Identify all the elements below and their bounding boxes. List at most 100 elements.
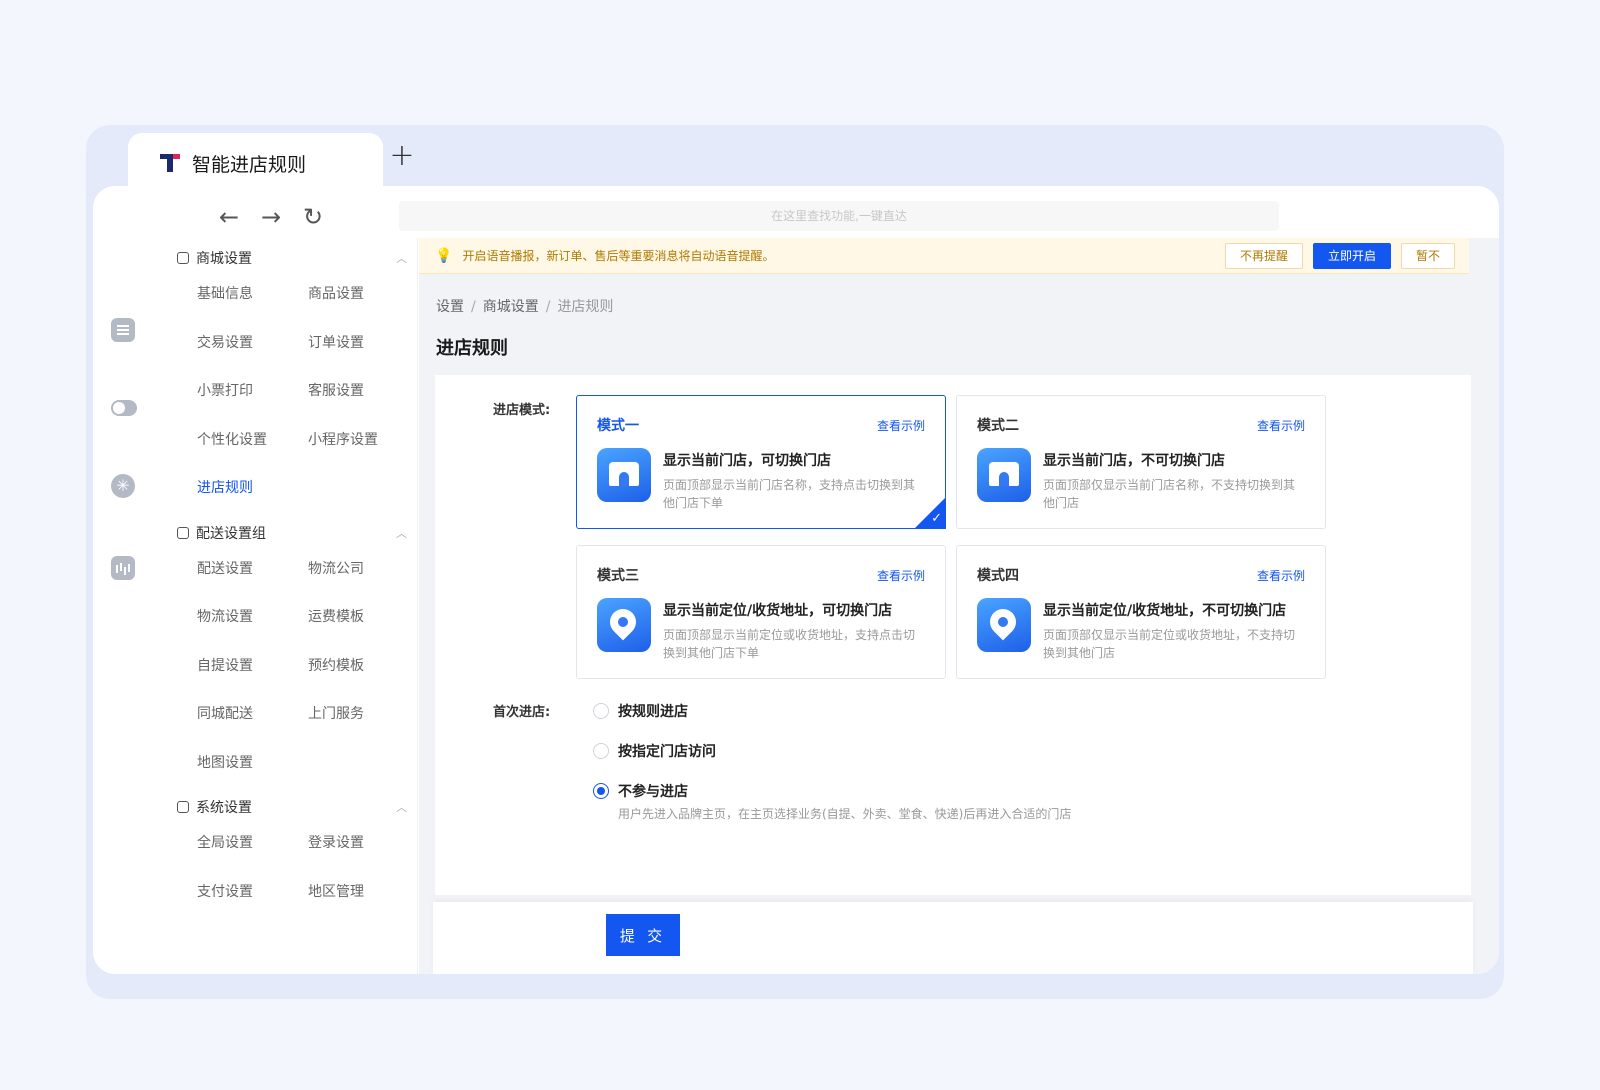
breadcrumb-item[interactable]: 商城设置	[483, 299, 539, 315]
asterisk-icon[interactable]	[111, 474, 135, 498]
radio-label: 不参与进店	[618, 784, 688, 800]
mode-title: 模式一	[597, 418, 639, 434]
submit-button[interactable]: 提 交	[606, 914, 680, 956]
mode-heading: 显示当前定位/收货地址，可切换门店	[663, 603, 893, 619]
sidebar-item[interactable]: 地区管理	[308, 868, 419, 917]
tab-active[interactable]: 智能进店规则	[128, 133, 383, 193]
first-visit-label: 首次进店:	[493, 705, 551, 720]
radio-label: 按指定门店访问	[618, 744, 716, 760]
radio-option-selected[interactable]: 不参与进店	[593, 781, 688, 801]
tab-title: 智能进店规则	[192, 153, 307, 176]
mode-description: 页面顶部显示当前门店名称，支持点击切换到其他门店下单	[663, 478, 916, 510]
breadcrumb-item[interactable]: 设置	[436, 299, 464, 315]
radio-hint: 用户先进入品牌主页，在主页选择业务(自提、外卖、堂食、快递)后再进入合适的门店	[618, 807, 1072, 821]
sidebar-item[interactable]: 订单设置	[308, 319, 419, 368]
mode-card-4[interactable]: 模式四 查看示例 显示当前定位/收货地址，不可切换门店 页面顶部仅显示当前定位或…	[956, 545, 1326, 679]
radio-option[interactable]: 按规则进店	[593, 701, 688, 721]
sidebar-item[interactable]: 全局设置	[197, 819, 308, 868]
sidebar-item[interactable]: 上门服务	[308, 690, 419, 739]
sidebar-group-title: 系统设置	[196, 800, 252, 816]
mode-description: 页面顶部显示当前定位或收货地址，支持点击切换到其他门店下单	[663, 628, 916, 660]
sidebar-item-active[interactable]: 进店规则	[197, 464, 308, 513]
breadcrumb: 设置 / 商城设置 / 进店规则	[436, 299, 614, 315]
view-example-link[interactable]: 查看示例	[1257, 567, 1305, 584]
browser-window: ← → ↻ 在这里查找功能,一键直达 商城设置 ︿ 基础信息 商品设置 交易设置…	[93, 186, 1499, 974]
view-example-link[interactable]: 查看示例	[877, 567, 925, 584]
sidebar-group-delivery: 配送设置组 ︿ 配送设置 物流公司 物流设置 运费模板 自提设置 预约模板 同城…	[161, 521, 417, 788]
sidebar-item[interactable]: 支付设置	[197, 868, 308, 917]
enable-voice-button[interactable]: 立即开启	[1312, 243, 1391, 269]
lightbulb-icon: 💡	[435, 247, 453, 264]
search-input[interactable]: 在这里查找功能,一键直达	[399, 201, 1279, 231]
mode-title: 模式四	[977, 568, 1019, 584]
mode-title: 模式三	[597, 568, 639, 584]
radio-button[interactable]	[593, 703, 609, 719]
sidebar-group-header[interactable]: 配送设置组 ︿	[177, 521, 417, 545]
breadcrumb-current: 进店规则	[557, 299, 614, 315]
radio-label: 按规则进店	[618, 704, 688, 720]
refresh-icon[interactable]: ↻	[299, 203, 327, 231]
mode-label: 进店模式:	[493, 403, 551, 418]
mode-card-2[interactable]: 模式二 查看示例 显示当前门店，不可切换门店 页面顶部仅显示当前门店名称，不支持…	[956, 395, 1326, 529]
chevron-up-icon[interactable]: ︿	[396, 525, 407, 541]
icon-rail	[111, 318, 141, 638]
sidebar-item[interactable]: 交易设置	[197, 319, 308, 368]
sidebar-item[interactable]: 小程序设置	[308, 416, 419, 465]
sidebar-item[interactable]: 物流公司	[308, 545, 419, 594]
sidebar-item[interactable]: 自提设置	[197, 642, 308, 691]
later-button[interactable]: 暂不	[1400, 243, 1455, 269]
mode-title: 模式二	[977, 418, 1019, 434]
sidebar-item[interactable]: 小票打印	[197, 367, 308, 416]
app-logo-icon	[160, 154, 180, 172]
sidebar-item[interactable]: 客服设置	[308, 367, 419, 416]
sidebar-item[interactable]: 预约模板	[308, 642, 419, 691]
settings-sidebar: 商城设置 ︿ 基础信息 商品设置 交易设置 订单设置 小票打印 客服设置 个性化…	[161, 238, 418, 974]
box-icon	[177, 526, 189, 539]
store-icon	[977, 448, 1031, 502]
mode-heading: 显示当前定位/收货地址，不可切换门店	[1043, 603, 1287, 619]
sidebar-group-system: 系统设置 ︿ 全局设置 登录设置 支付设置 地区管理	[161, 795, 417, 916]
sidebar-item[interactable]: 配送设置	[197, 545, 308, 594]
view-example-link[interactable]: 查看示例	[1257, 417, 1305, 434]
mode-card-3[interactable]: 模式三 查看示例 显示当前定位/收货地址，可切换门店 页面顶部显示当前定位或收货…	[576, 545, 946, 679]
page-title: 进店规则	[436, 338, 508, 359]
sidebar-item[interactable]: 商品设置	[308, 270, 419, 319]
toggle-icon[interactable]	[111, 400, 137, 416]
sidebar-item[interactable]: 登录设置	[308, 819, 419, 868]
location-pin-icon	[977, 598, 1031, 652]
notice-text: 开启语音播报，新订单、售后等重要消息将自动语音提醒。	[462, 249, 775, 263]
sidebar-group-header[interactable]: 商城设置 ︿	[177, 246, 417, 270]
sidebar-item[interactable]: 同城配送	[197, 690, 308, 739]
radio-button[interactable]	[593, 743, 609, 759]
new-tab-button[interactable]: +	[388, 141, 416, 171]
chevron-up-icon[interactable]: ︿	[396, 250, 407, 266]
radio-button-checked[interactable]	[593, 783, 609, 799]
view-example-link[interactable]: 查看示例	[877, 417, 925, 434]
sidebar-item[interactable]: 基础信息	[197, 270, 308, 319]
main-content: 💡 开启语音播报，新订单、售后等重要消息将自动语音提醒。 不再提醒 立即开启 暂…	[419, 238, 1499, 974]
sidebar-group-title: 配送设置组	[196, 525, 266, 542]
sidebar-item[interactable]: 个性化设置	[197, 416, 308, 465]
mode-heading: 显示当前门店，可切换门店	[663, 453, 831, 469]
sidebar-item[interactable]: 运费模板	[308, 593, 419, 642]
mode-description: 页面顶部仅显示当前门店名称，不支持切换到其他门店	[1043, 478, 1296, 510]
forward-arrow-icon[interactable]: →	[257, 203, 285, 231]
form-footer: 提 交	[433, 902, 1473, 974]
dismiss-button[interactable]: 不再提醒	[1224, 243, 1303, 269]
radio-option[interactable]: 按指定门店访问	[593, 741, 716, 761]
gear-icon	[177, 801, 189, 813]
nav-controls: ← → ↻	[215, 203, 327, 231]
back-arrow-icon[interactable]: ←	[215, 203, 243, 231]
chevron-up-icon[interactable]: ︿	[396, 799, 407, 815]
document-icon[interactable]	[111, 318, 135, 342]
mode-card-1[interactable]: 模式一 查看示例 显示当前门店，可切换门店 页面顶部显示当前门店名称，支持点击切…	[576, 395, 946, 529]
sidebar-item[interactable]: 物流设置	[197, 593, 308, 642]
store-switch-icon	[597, 448, 651, 502]
sidebar-group-mall: 商城设置 ︿ 基础信息 商品设置 交易设置 订单设置 小票打印 客服设置 个性化…	[161, 246, 417, 513]
sidebar-item[interactable]: 地图设置	[197, 739, 308, 788]
lock-icon	[177, 252, 189, 264]
mode-heading: 显示当前门店，不可切换门店	[1043, 453, 1225, 469]
sidebar-group-header[interactable]: 系统设置 ︿	[177, 795, 417, 819]
location-switch-icon	[597, 598, 651, 652]
chart-icon[interactable]	[111, 556, 135, 580]
